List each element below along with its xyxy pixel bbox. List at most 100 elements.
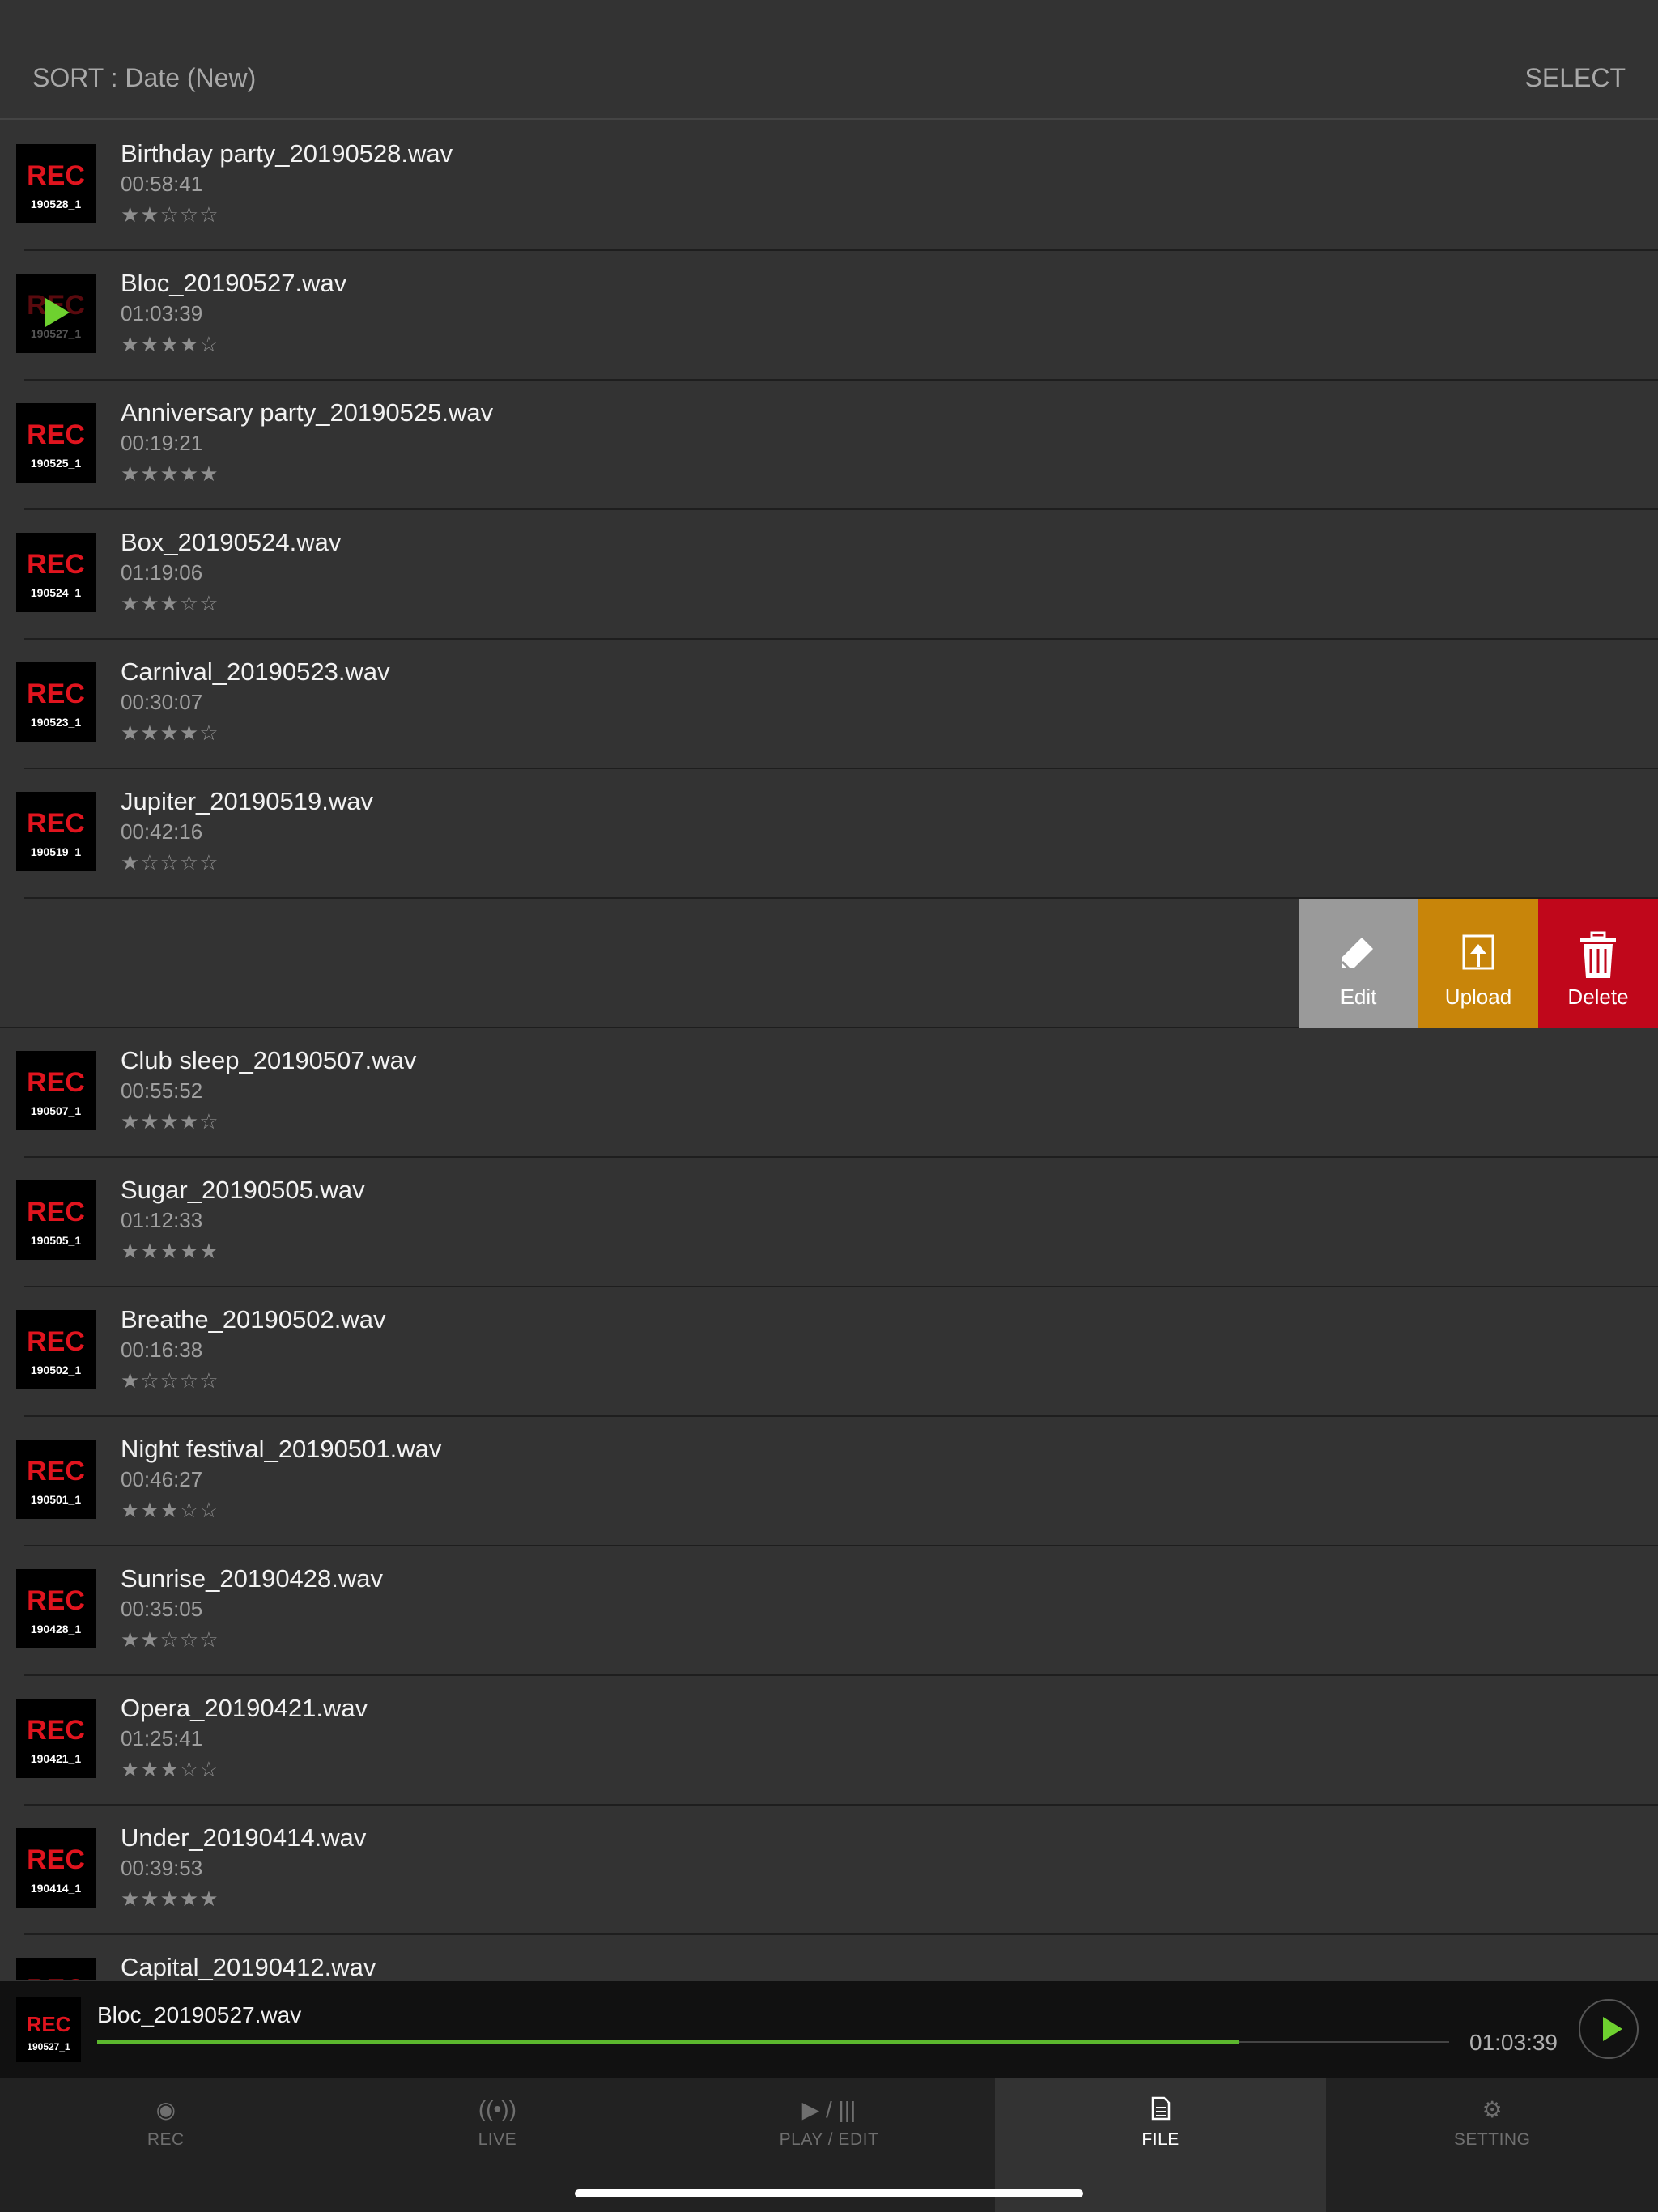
file-rating[interactable]: ★★★☆☆ — [121, 1757, 219, 1782]
tab-label: LIVE — [478, 2130, 517, 2149]
play-button[interactable] — [1579, 1999, 1639, 2059]
trash-icon — [1580, 931, 1616, 978]
delete-action-label: Delete — [1567, 985, 1629, 1009]
file-name: Jupiter_20190519.wav — [121, 787, 373, 815]
upload-action-button[interactable]: Upload — [1418, 899, 1538, 1028]
file-duration: 00:16:38 — [121, 1338, 203, 1362]
progress-track[interactable] — [97, 2040, 1449, 2044]
thumb-code: 190414_1 — [30, 1882, 82, 1895]
file-rating[interactable]: ★★★★★ — [121, 462, 219, 487]
thumb-code: 190524_1 — [30, 586, 82, 599]
file-duration: 01:25:41 — [121, 1726, 203, 1750]
file-rating[interactable]: ★★☆☆☆ — [121, 202, 219, 228]
thumb-rec-label: REC — [27, 1585, 85, 1616]
file-name: Night festival_20190501.wav — [121, 1435, 442, 1463]
thumb-code: 190502_1 — [30, 1363, 82, 1376]
file-rating[interactable]: ★★★★☆ — [121, 721, 219, 746]
file-rating[interactable]: ★★★★☆ — [121, 332, 219, 357]
thumb-code: 190525_1 — [30, 457, 82, 470]
file-name: Breathe_20190502.wav — [121, 1305, 386, 1334]
recording-thumbnail: REC — [16, 1958, 96, 1980]
file-row[interactable]: REC 190519_1 Jupiter_20190519.wav 00:42:16 ★… — [0, 769, 1658, 899]
recording-thumbnail: REC 190527_1 — [16, 274, 96, 353]
thumb-rec-label: REC — [27, 549, 85, 580]
thumb-rec-label: REC — [26, 2012, 71, 2036]
thumb-code: 190523_1 — [30, 716, 82, 729]
file-rating[interactable]: ★☆☆☆☆ — [121, 850, 219, 875]
recording-thumbnail: REC 190421_1 — [16, 1699, 96, 1778]
file-row[interactable]: REC 190528_1 Birthday party_20190528.wav 00… — [0, 121, 1658, 251]
recording-thumbnail: REC 190525_1 — [16, 403, 96, 483]
file-row[interactable]: REC 190421_1 Opera_20190421.wav 01:25:41 ★★★… — [0, 1676, 1658, 1806]
file-row[interactable]: REC 190505_1 Sugar_20190505.wav 01:12:33 ★★★… — [0, 1158, 1658, 1287]
thumb-code: 190501_1 — [30, 1493, 82, 1506]
list-header: SORT : Date (New) SELECT — [0, 0, 1658, 120]
tab-rec[interactable]: ◉ REC — [0, 2078, 332, 2212]
tab-label: FILE — [1141, 2130, 1180, 2149]
sort-button[interactable]: SORT : Date (New) — [32, 63, 256, 93]
file-duration: 00:39:53 — [121, 1856, 203, 1880]
player-time: 01:03:39 — [1469, 2030, 1558, 2055]
file-row[interactable]: REC 190524_1 Box_20190524.wav 01:19:06 ★★★☆☆ — [0, 510, 1658, 640]
rec-icon: ◉ — [155, 2097, 176, 2122]
upload-icon — [1462, 934, 1494, 970]
mini-player[interactable]: REC 190527_1 Bloc_20190527.wav 01:03:39 — [0, 1981, 1658, 2078]
thumb-rec-label: REC — [27, 1456, 85, 1487]
thumb-code: 190528_1 — [30, 198, 82, 211]
file-icon — [995, 2096, 1327, 2126]
file-duration: 00:30:07 — [121, 690, 203, 714]
thumb-rec-label: REC — [27, 1067, 85, 1098]
thumb-code: 190428_1 — [30, 1623, 82, 1636]
recording-thumbnail: REC 190414_1 — [16, 1828, 96, 1908]
thumb-rec-label: REC — [27, 1844, 85, 1875]
file-rating[interactable]: ★☆☆☆☆ — [121, 1368, 219, 1393]
file-row[interactable]: REC 190523_1 Carnival_20190523.wav 00:30:07… — [0, 640, 1658, 769]
thumb-code: 190505_1 — [30, 1234, 82, 1247]
player-file-name: Bloc_20190527.wav — [97, 2002, 302, 2027]
file-name: Carnival_20190523.wav — [121, 657, 390, 686]
row-divider — [24, 897, 1658, 899]
recording-thumbnail: REC 190502_1 — [16, 1310, 96, 1389]
thumb-rec-label: REC — [27, 1197, 85, 1227]
file-name: Club sleep_20190507.wav — [121, 1046, 417, 1074]
file-name: Sugar_20190505.wav — [121, 1176, 365, 1204]
file-rating[interactable]: ★★☆☆☆ — [121, 1627, 219, 1653]
pencil-icon — [1341, 938, 1373, 970]
file-duration: 01:12:33 — [121, 1208, 203, 1232]
thumb-rec-label: REC — [27, 678, 85, 709]
recording-thumbnail: REC 190428_1 — [16, 1569, 96, 1648]
file-rating[interactable]: ★★★★★ — [121, 1239, 219, 1264]
file-rating[interactable]: ★★★☆☆ — [121, 591, 219, 616]
tab-setting[interactable]: ⚙ SETTING — [1326, 2078, 1658, 2212]
gear-icon: ⚙ — [1482, 2097, 1503, 2122]
file-name: Sunrise_20190428.wav — [121, 1564, 384, 1593]
file-row[interactable]: REC 190507_1 Club sleep_20190507.wav 00:55:… — [0, 1028, 1658, 1158]
file-rating[interactable]: ★★★★★ — [121, 1887, 219, 1912]
file-rating[interactable]: ★★★★☆ — [121, 1109, 219, 1134]
recording-thumbnail: REC 190528_1 — [16, 144, 96, 223]
file-duration: 01:03:39 — [121, 301, 203, 325]
file-rating[interactable]: ★★★☆☆ — [121, 1498, 219, 1523]
edit-action-button[interactable]: Edit — [1299, 899, 1418, 1028]
file-duration: 00:58:41 — [121, 172, 203, 196]
thumb-rec-label: REC — [27, 1715, 85, 1746]
file-row[interactable]: REC 190501_1 Night festival_20190501.wav 00… — [0, 1417, 1658, 1546]
thumb-code: 190507_1 — [30, 1104, 82, 1117]
thumb-rec-label: REC — [27, 419, 85, 450]
recording-thumbnail: REC 190523_1 — [16, 662, 96, 742]
file-duration: 00:19:21 — [121, 431, 203, 455]
delete-action-button[interactable]: Delete — [1538, 899, 1658, 1028]
file-row[interactable]: REC 190527_1 Bloc_20190527.wav 01:03:39 ★★★★… — [0, 251, 1658, 381]
file-row[interactable]: REC 190428_1 Sunrise_20190428.wav 00:35:05 ★… — [0, 1546, 1658, 1676]
file-row[interactable]: REC 190502_1 Breathe_20190502.wav 00:16:38 ★… — [0, 1287, 1658, 1417]
file-name: Bloc_20190527.wav — [121, 269, 347, 297]
file-row[interactable]: REC 190414_1 Under_20190414.wav 00:39:53 ★★★… — [0, 1806, 1658, 1935]
file-list[interactable]: Edit Upload Delete REC 190528_1 Birthday p… — [0, 121, 1658, 1980]
thumb-code: 190527_1 — [27, 2041, 70, 2052]
file-row[interactable]: REC 190525_1 Anniversary party_20190525.wa… — [0, 381, 1658, 510]
file-row[interactable]: REC Capital_20190412.wav — [0, 1935, 1658, 1980]
thumb-code: 190527_1 — [30, 327, 82, 340]
recording-thumbnail: REC 190524_1 — [16, 533, 96, 612]
recording-thumbnail: REC 190505_1 — [16, 1180, 96, 1260]
select-button[interactable]: SELECT — [1525, 63, 1626, 93]
